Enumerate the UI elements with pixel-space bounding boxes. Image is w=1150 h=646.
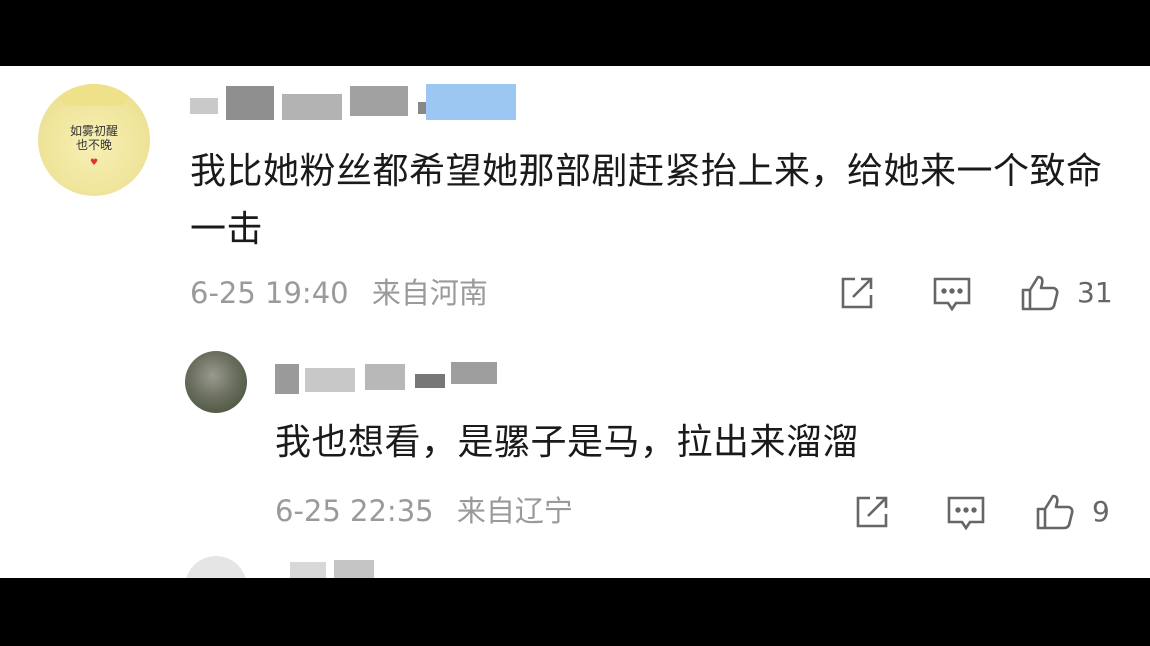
comment-actions: 9 [850,490,1125,534]
username-blurred[interactable] [275,358,505,394]
blur-block [415,374,445,388]
share-icon[interactable] [835,271,879,315]
comment-icon[interactable] [944,490,988,534]
comment-date: 6-25 19:40 [190,276,349,310]
comment-text: 我比她粉丝都希望她那部剧赶紧抬上来，给她来一个致命一击 [190,151,1103,250]
avatar[interactable] [185,351,247,413]
share-icon[interactable] [850,490,894,534]
comment-location: 来自河南 [371,276,488,310]
username-blurred[interactable] [290,560,400,578]
blur-block [226,86,274,120]
blur-block [290,562,326,578]
blur-block [334,560,374,578]
comment-icon[interactable] [930,271,974,315]
blur-block [275,364,299,394]
avatar-scribble-line: 如雾初醒 [69,124,118,138]
avatar-scribble: 如雾初醒 也不晚 [38,124,150,152]
comment-meta: 6-25 22:35 来自辽宁 [275,494,573,528]
blur-block [451,362,497,384]
like-count: 9 [1092,495,1110,528]
comment-date: 6-25 22:35 [275,494,434,528]
blur-block [282,94,342,120]
like-count: 31 [1077,276,1113,309]
username-blurred[interactable] [190,84,520,124]
like-icon[interactable] [1018,271,1062,315]
avatar[interactable]: 如雾初醒 也不晚 ♥ [38,84,150,196]
avatar-lid [60,84,128,106]
comment-meta: 6-25 19:40 来自河南 [190,276,488,310]
bottom-letterbox [0,578,1150,646]
comment-list[interactable]: 如雾初醒 也不晚 ♥ 我比她粉丝都希望她那部剧赶紧抬上来，给她来一个致命一击 6… [0,66,1150,578]
heart-icon: ♥ [89,158,99,168]
blur-block [350,86,408,116]
blur-block [305,368,355,392]
like-icon[interactable] [1033,490,1077,534]
avatar-scribble-line: 也不晚 [75,138,112,152]
comment-location: 来自辽宁 [456,494,573,528]
avatar[interactable] [185,556,247,578]
comment-actions: 31 [835,271,1125,315]
top-letterbox [0,0,1150,66]
user-badge [426,84,516,120]
blur-block [190,98,218,114]
blur-block [365,364,405,390]
reply-text: 我也想看，是骡子是马，拉出来溜溜 [275,422,860,463]
